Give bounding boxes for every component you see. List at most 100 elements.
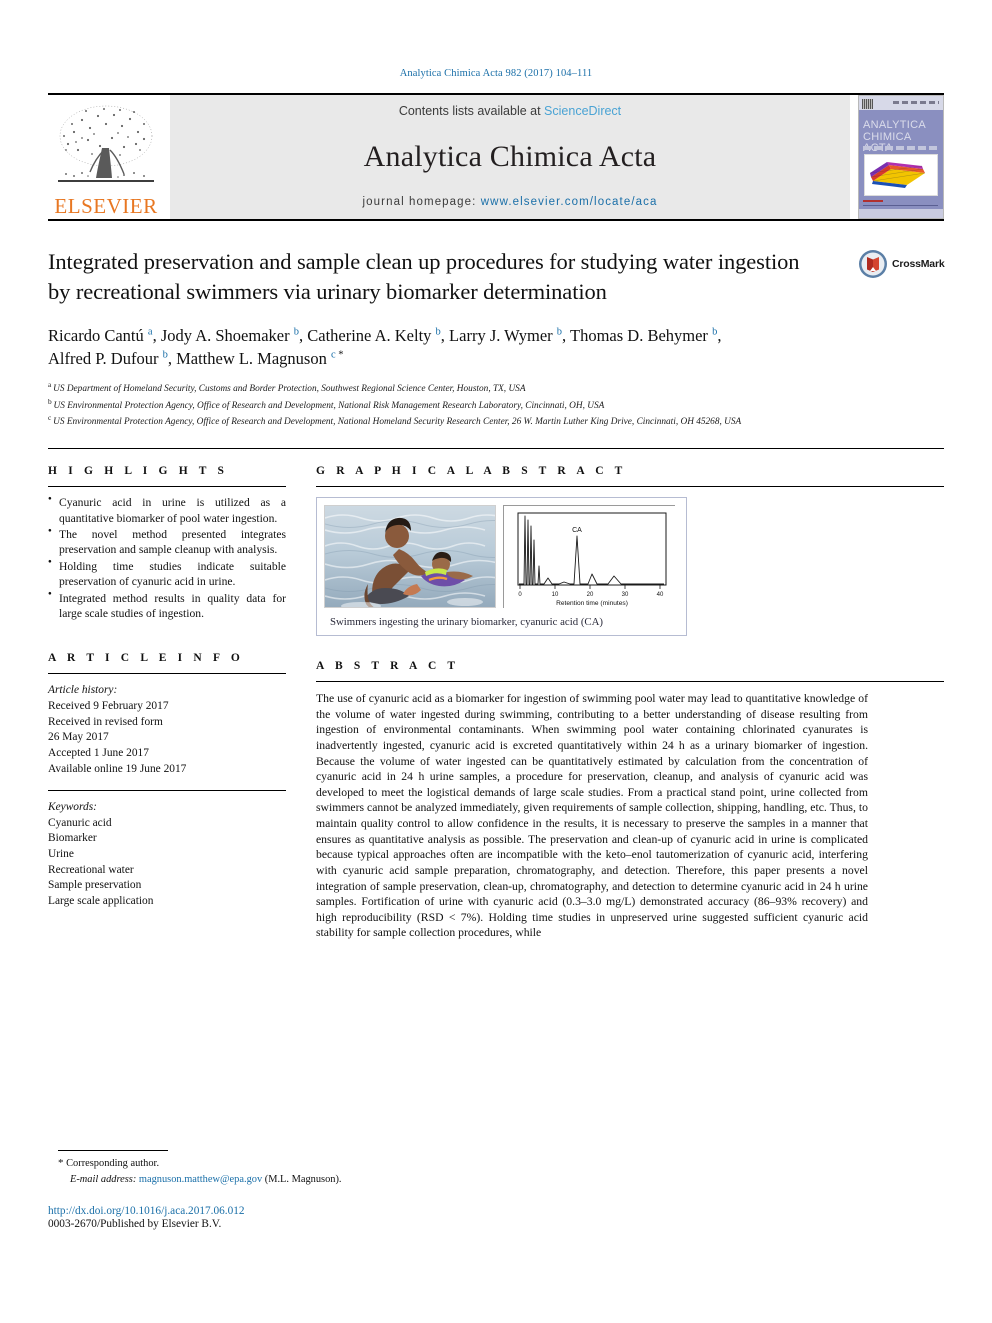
- svg-text:30: 30: [622, 592, 629, 598]
- title-block: Integrated preservation and sample clean…: [48, 247, 945, 431]
- highlights-rule: [48, 486, 286, 488]
- author-affiliation-mark: b: [435, 326, 441, 338]
- chromatogram-plot: CA 0 10 20 30 40 Retention time (minutes…: [504, 506, 676, 610]
- elsevier-tree-icon: [58, 105, 154, 182]
- keywords-label: Keywords:: [48, 801, 97, 814]
- affiliation-text: US Department of Homeland Security, Cust…: [53, 383, 526, 394]
- corresponding-author-label: Corresponding author.: [66, 1158, 160, 1169]
- elsevier-logo: ELSEVIER: [48, 95, 164, 219]
- corresponding-author-mark: *: [335, 349, 344, 361]
- author-name: Jody A. Shoemaker: [160, 325, 294, 345]
- email-link[interactable]: magnuson.matthew@epa.gov: [139, 1174, 262, 1185]
- keyword-item: Cyanuric acid: [48, 816, 112, 829]
- article-info-heading: A R T I C L E I N F O: [48, 652, 244, 665]
- keyword-item: Biomarker: [48, 832, 97, 845]
- author-affiliation-mark: a: [147, 326, 153, 338]
- author-affiliation-mark: b: [712, 326, 718, 338]
- author-affiliation-mark: b: [293, 326, 299, 338]
- sciencedirect-link[interactable]: ScienceDirect: [544, 104, 621, 118]
- elsevier-wordmark: ELSEVIER: [54, 194, 158, 218]
- article-history-item: Accepted 1 June 2017: [48, 746, 149, 759]
- cover-bottom-band: [859, 209, 943, 218]
- affiliation-item: c US Environmental Protection Agency, Of…: [48, 413, 858, 430]
- abstract-rule: [316, 681, 944, 683]
- masthead: ELSEVIER Contents lists available at Sci…: [48, 93, 944, 221]
- email-line: E-mail address: magnuson.matthew@epa.gov…: [70, 1172, 944, 1187]
- svg-text:20: 20: [587, 592, 594, 598]
- highlight-item: Integrated method results in quality dat…: [48, 590, 286, 622]
- journal-homepage-line: journal homepage: www.elsevier.com/locat…: [363, 196, 658, 208]
- cover-figure: [864, 154, 938, 196]
- keywords-items: Cyanuric acid Biomarker Urine Recreational …: [48, 816, 286, 910]
- journal-cover-thumbnail: ANALYTICA CHIMICA ACTA: [858, 95, 944, 219]
- author-name: Thomas D. Behymer: [570, 325, 713, 345]
- chromatogram-figure: CA 0 10 20 30 40 Retention time (minutes…: [503, 505, 676, 610]
- affiliation-list: a US Department of Homeland Security, Cu…: [48, 380, 858, 431]
- surface-plot-icon: [869, 162, 926, 188]
- article-info-rule: [48, 673, 286, 675]
- keyword-item: Recreational water: [48, 863, 134, 876]
- left-column: H I G H L I G H T S Cyanuric acid in uri…: [48, 449, 286, 941]
- keyword-item: Large scale application: [48, 894, 154, 907]
- issn-copyright: 0003-2670/Published by Elsevier B.V.: [48, 1218, 222, 1231]
- author-name: Catherine A. Kelty: [307, 325, 436, 345]
- doi-link[interactable]: http://dx.doi.org/10.1016/j.aca.2017.06.…: [48, 1205, 944, 1217]
- highlights-list: Cyanuric acid in urine is utilized as a …: [48, 495, 286, 621]
- article-history-items: Received 9 February 2017 Received in revi…: [48, 699, 286, 777]
- journal-band: Contents lists available at ScienceDirec…: [170, 95, 850, 219]
- author-name: Alfred P. Dufour: [48, 349, 163, 369]
- keywords-block: Keywords: Cyanuric acid Biomarker Urine Rec…: [48, 790, 286, 909]
- email-suffix: (M.L. Magnuson).: [264, 1173, 342, 1185]
- cover-accent-line: [863, 200, 883, 202]
- page-footer: * Corresponding author. E-mail address: …: [48, 1150, 944, 1230]
- crossmark-icon: [859, 250, 887, 278]
- svg-text:40: 40: [657, 592, 664, 598]
- highlight-item: Holding time studies indicate suitable p…: [48, 558, 286, 590]
- crossmark-badge[interactable]: CrossMark: [858, 249, 945, 279]
- highlight-item: Cyanuric acid in urine is utilized as a …: [48, 495, 286, 526]
- article-history-item: Available online 19 June 2017: [48, 762, 187, 775]
- journal-homepage-link[interactable]: www.elsevier.com/locate/aca: [481, 196, 658, 208]
- journal-title: Analytica Chimica Acta: [363, 140, 657, 173]
- cover-barcode-icon: [862, 99, 873, 109]
- author-affiliation-mark: b: [556, 326, 563, 338]
- keyword-item: Urine: [48, 848, 74, 861]
- keyword-item: Sample preservation: [48, 879, 142, 892]
- highlights-heading: H I G H L I G H T S: [48, 465, 229, 478]
- graphical-abstract-heading: G R A P H I C A L A B S T R A C T: [316, 465, 627, 478]
- abstract-heading: A B S T R A C T: [316, 660, 460, 673]
- article-history-label: Article history:: [48, 684, 118, 697]
- swimmers-photo: [324, 505, 496, 609]
- corresponding-star: *: [58, 1157, 64, 1169]
- chromatogram-peak-label: CA: [572, 527, 582, 534]
- author-name: Ricardo Cantú: [48, 325, 148, 345]
- corresponding-author-note: * Corresponding author. E-mail address: …: [58, 1156, 944, 1187]
- footnote-rule: [58, 1150, 168, 1151]
- article-history-item: Received in revised form: [48, 715, 163, 728]
- author-list: Ricardo Cantú a, Jody A. Shoemaker b, Ca…: [48, 325, 722, 369]
- affiliation-item: b US Environmental Protection Agency, Of…: [48, 397, 858, 414]
- homepage-prefix: journal homepage:: [362, 196, 481, 208]
- masthead-bottom-rule: [48, 219, 944, 221]
- author-name: Matthew L. Magnuson: [176, 349, 331, 369]
- chromatogram-xlabel: Retention time (minutes): [556, 600, 628, 607]
- email-label: E-mail address:: [70, 1173, 137, 1185]
- cover-subtitle-lines: [863, 146, 937, 150]
- swimmers-photo-art: [325, 506, 495, 608]
- article-history-block: Article history: Received 9 February 201…: [48, 683, 286, 777]
- affiliation-text: US Environmental Protection Agency, Offi…: [53, 417, 742, 428]
- graphical-abstract-caption: Swimmers ingesting the urinary biomarker…: [330, 616, 604, 629]
- affiliation-text: US Environmental Protection Agency, Offi…: [53, 400, 605, 411]
- contents-prefix: Contents lists available at: [398, 104, 545, 118]
- crossmark-label: CrossMark: [892, 258, 945, 270]
- content-columns: H I G H L I G H T S Cyanuric acid in uri…: [48, 449, 944, 941]
- affiliation-item: a US Department of Homeland Security, Cu…: [48, 380, 858, 397]
- running-head: Analytica Chimica Acta 982 (2017) 104–11…: [399, 68, 593, 79]
- author-affiliation-mark: b: [162, 349, 168, 361]
- graphical-abstract-figure: CA 0 10 20 30 40 Retention time (minutes…: [316, 497, 687, 637]
- abstract-body: The use of cyanuric acid as a biomarker …: [316, 692, 868, 940]
- cover-header-text: [893, 101, 939, 104]
- article-history-item: Received 9 February 2017: [48, 700, 169, 713]
- contents-available-line: Contents lists available at ScienceDirec…: [399, 104, 621, 118]
- author-name: Larry J. Wymer: [449, 325, 557, 345]
